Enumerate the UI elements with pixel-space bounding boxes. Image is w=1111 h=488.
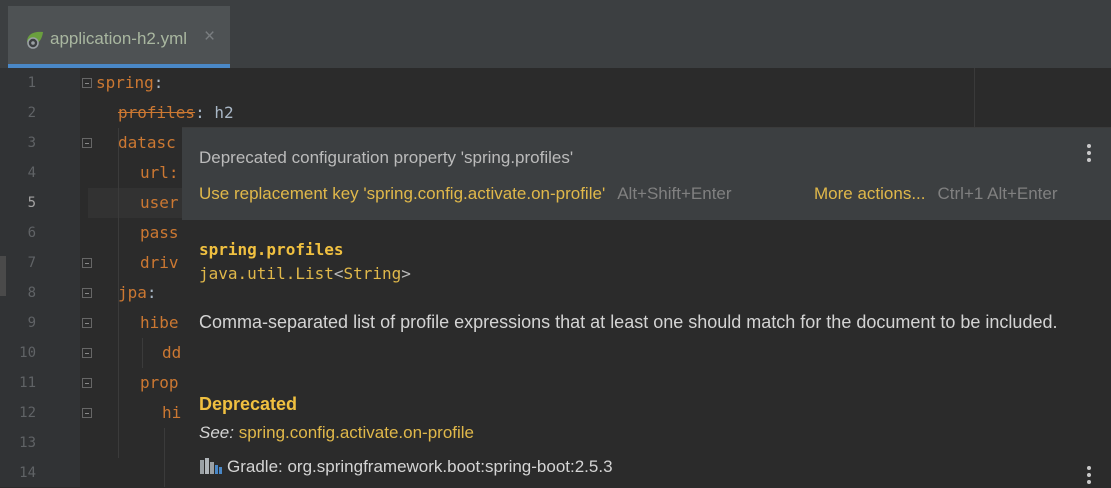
indent-guide (142, 338, 143, 368)
line-number: 8 (27, 285, 36, 301)
quick-fix-link[interactable]: Use replacement key 'spring.config.activ… (199, 184, 605, 203)
fold-icon[interactable] (82, 78, 92, 88)
more-actions-link[interactable]: More actions... (814, 184, 926, 203)
code-line-1: spring: (96, 68, 163, 98)
code-line-6: pass (140, 218, 179, 248)
editor-tab-bar: application-h2.yml × (0, 0, 1111, 69)
yaml-key: dd (162, 343, 182, 362)
yaml-key: user (140, 193, 179, 212)
line-number-gutter: 1 2 3 4 5 6 7 8 9 10 11 12 13 14 (0, 68, 80, 487)
yaml-key: jpa (118, 283, 147, 302)
line-number: 11 (19, 375, 36, 391)
popup-inspection-header: Deprecated configuration property 'sprin… (182, 128, 1111, 220)
yaml-key: hibe (140, 313, 179, 332)
line-number: 9 (27, 315, 36, 331)
code-line-2: profiles: h2 (118, 98, 234, 128)
yaml-key: prop (140, 373, 179, 392)
inspection-message: Deprecated configuration property 'sprin… (199, 148, 574, 167)
code-line-12: hi (162, 398, 181, 428)
yaml-key: url: (140, 163, 179, 182)
code-line-11: prop (140, 368, 179, 398)
line-number: 13 (19, 435, 36, 451)
yaml-colon: : (153, 73, 164, 92)
code-line-7: driv (140, 248, 179, 278)
line-number: 4 (27, 165, 36, 181)
line-number: 3 (27, 135, 36, 151)
see-label: See: (199, 423, 234, 442)
spring-leaf-icon (27, 31, 43, 49)
code-line-8: jpa: (118, 278, 157, 308)
menu-dots-icon[interactable] (1086, 144, 1092, 164)
line-number: 6 (27, 225, 36, 241)
fold-icon[interactable] (82, 408, 92, 418)
quick-fix-row: Use replacement key 'spring.config.activ… (199, 184, 732, 204)
yaml-key: driv (140, 253, 179, 272)
indent-guide (164, 428, 165, 487)
tab-application-h2-yml[interactable]: application-h2.yml × (8, 6, 230, 68)
more-actions-row: More actions... Ctrl+1 Alt+Enter (814, 184, 1058, 204)
fold-icon[interactable] (82, 288, 92, 298)
line-number: 7 (27, 255, 36, 271)
deprecated-key[interactable]: profiles (118, 103, 195, 122)
replacement-link[interactable]: spring.config.activate.on-profile (239, 423, 474, 442)
type-bracket: > (401, 264, 411, 283)
property-signature: spring.profiles java.util.List<String> (199, 238, 411, 286)
library-label: Gradle: org.springframework.boot:spring-… (227, 457, 613, 476)
line-number: 14 (19, 465, 36, 481)
deprecated-heading: Deprecated (199, 394, 298, 414)
yaml-key: pass (140, 223, 179, 242)
quick-documentation-popup: Deprecated configuration property 'sprin… (182, 127, 1111, 488)
fold-icon[interactable] (82, 348, 92, 358)
right-margin-guide (974, 68, 975, 128)
menu-dots-icon[interactable] (1086, 466, 1092, 486)
code-line-4: url: (140, 158, 179, 188)
line-number: 2 (27, 105, 36, 121)
property-name: spring.profiles (199, 240, 344, 259)
line-number: 1 (27, 75, 36, 91)
property-type: java.util.List (199, 264, 334, 283)
library-source-row: Gradle: org.springframework.boot:spring-… (199, 457, 613, 477)
line-number: 12 (19, 405, 36, 421)
more-actions-shortcut: Ctrl+1 Alt+Enter (937, 184, 1058, 203)
code-line-10: dd (162, 338, 181, 368)
type-bracket: < (333, 264, 344, 283)
yaml-value: : h2 (195, 103, 234, 122)
fold-icon[interactable] (82, 138, 92, 148)
yaml-key: datasc (118, 133, 176, 152)
library-icon (200, 458, 222, 474)
quick-fix-shortcut: Alt+Shift+Enter (617, 184, 732, 203)
yaml-colon: : (146, 283, 157, 302)
tab-label: application-h2.yml (50, 29, 188, 48)
see-also-row: See: spring.config.activate.on-profile (199, 423, 474, 443)
line-number-active: 5 (27, 195, 36, 211)
yaml-key: spring (96, 73, 154, 92)
line-number: 10 (19, 345, 36, 361)
fold-icon[interactable] (82, 318, 92, 328)
yaml-key: hi (162, 403, 182, 422)
code-line-3: datasc (118, 128, 176, 158)
fold-icon[interactable] (82, 378, 92, 388)
property-type-param: String (343, 264, 402, 283)
code-line-9: hibe (140, 308, 179, 338)
property-description: Comma-separated list of profile expressi… (199, 312, 1058, 332)
close-icon[interactable]: × (204, 26, 215, 48)
code-line-5: user (140, 188, 179, 218)
fold-icon[interactable] (82, 258, 92, 268)
